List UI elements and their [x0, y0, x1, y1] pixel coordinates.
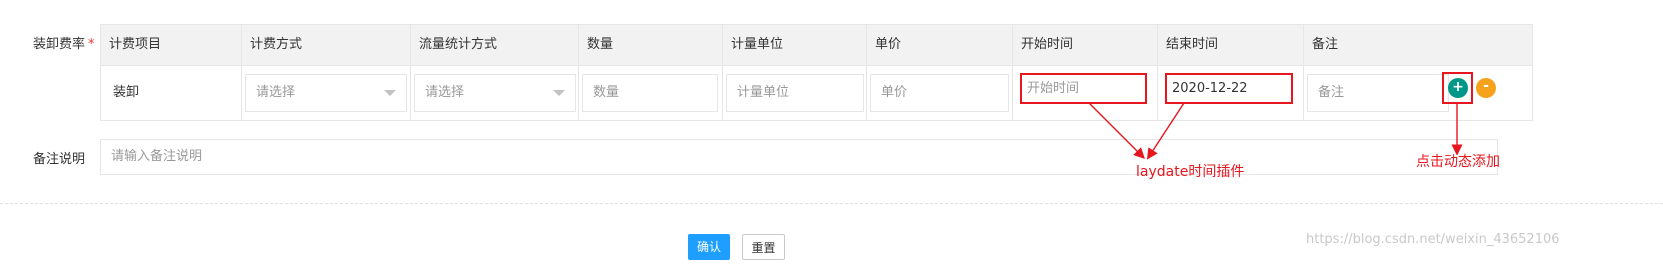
form-divider: [0, 203, 1663, 204]
reset-button[interactable]: 重置: [742, 234, 785, 260]
arrow-end-time: [1146, 102, 1185, 160]
laydate-annotation: laydate时间插件: [1136, 164, 1245, 180]
watermark-text: https://blog.csdn.net/weixin_43652106: [1306, 232, 1560, 247]
dynamic-add-annotation: 点击动态添加: [1416, 154, 1500, 170]
confirm-button[interactable]: 确认: [688, 234, 730, 260]
arrow-start-time: [1088, 102, 1145, 159]
